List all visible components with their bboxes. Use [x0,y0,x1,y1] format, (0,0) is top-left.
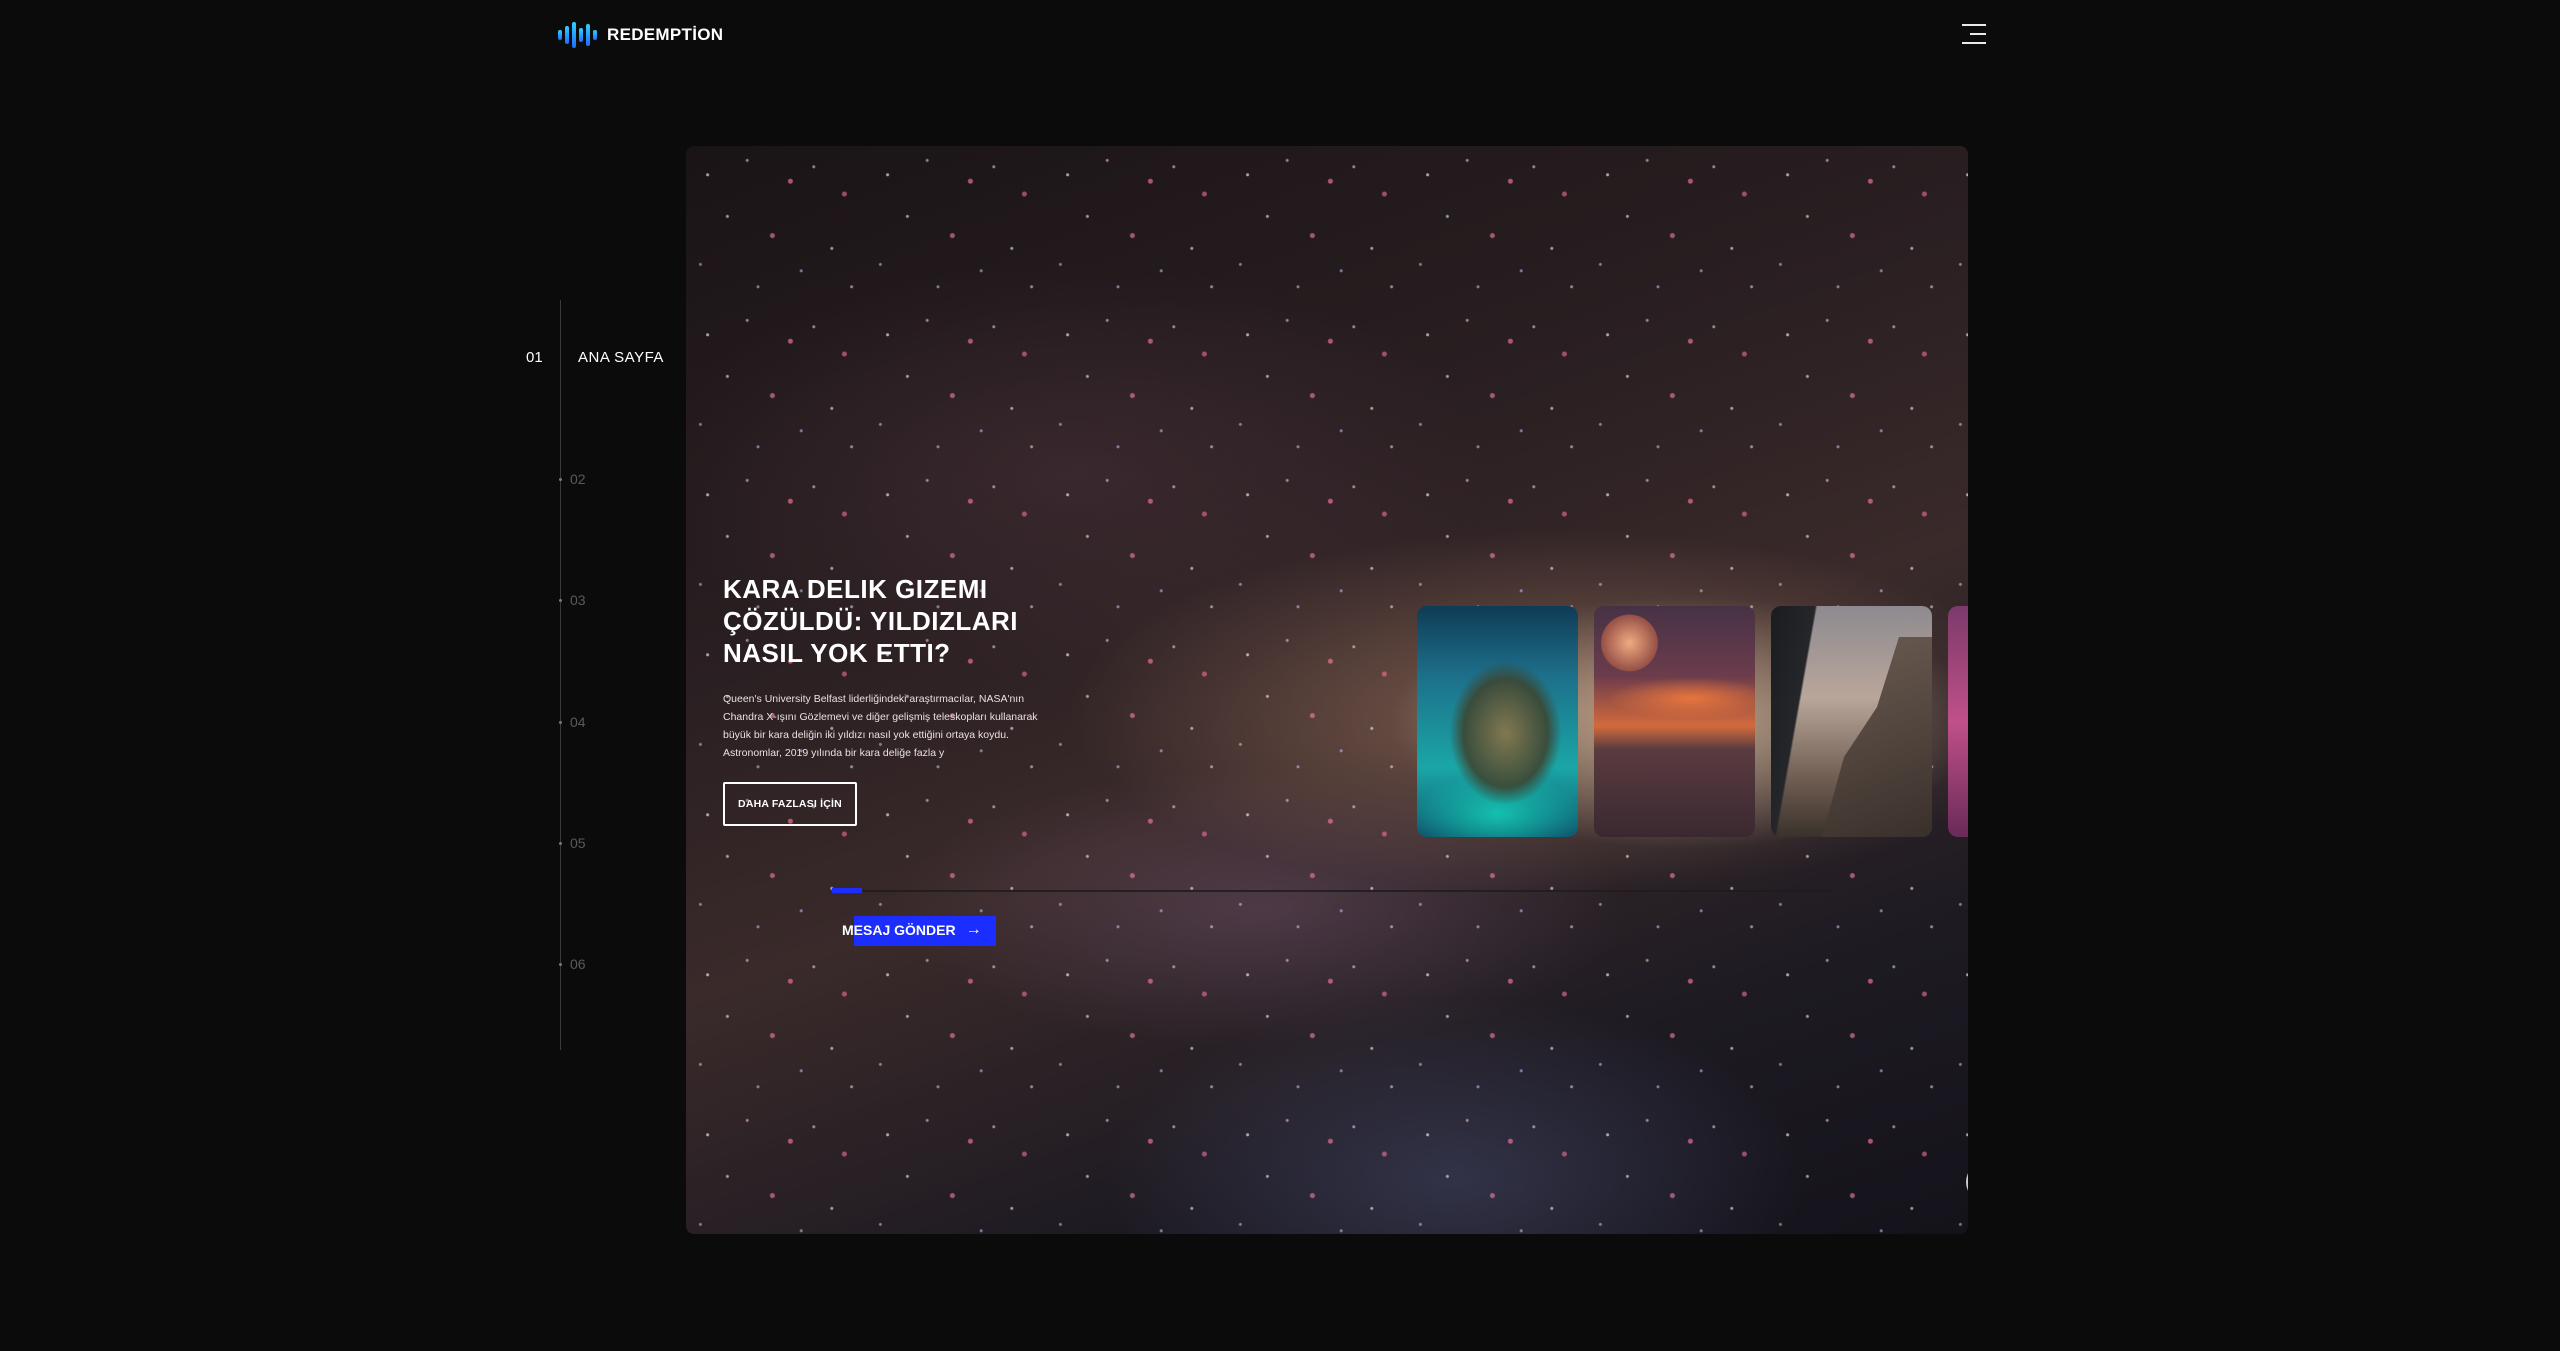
hero-slide: KARA DELIK GIZEMI ÇÖZÜLDÜ: YILDIZLARI NA… [686,146,1968,1234]
side-nav-label-active[interactable]: ANA SAYFA [578,349,664,366]
side-nav-item-02[interactable]: 02 [559,471,586,489]
slide-thumbnail-cliff[interactable] [1771,606,1932,837]
slide-thumbnail-planet-sunset[interactable] [1594,606,1755,837]
side-nav-item-05[interactable]: 05 [559,835,586,853]
brand-name: REDEMPTİON [607,25,724,44]
hamburger-icon[interactable] [1962,24,1986,44]
send-message-label: MESAJ GÖNDER [842,922,956,938]
brand-logo[interactable]: REDEMPTİON [558,20,723,50]
header: REDEMPTİON [0,0,2560,70]
send-message-button[interactable]: MESAJ GÖNDER → [842,914,996,946]
slide-progress-track [832,888,1832,893]
side-nav-item-01[interactable]: 01 [526,349,543,367]
slide-progress-fill [832,888,862,893]
hero-title: KARA DELIK GIZEMI ÇÖZÜLDÜ: YILDIZLARI NA… [723,574,1018,668]
hero-description: Queen's University Belfast liderliğindek… [723,693,1038,759]
slide-thumbnail-partial[interactable] [1948,606,1968,837]
side-nav-item-04[interactable]: 04 [559,714,586,732]
arrow-right-icon: → [965,921,982,938]
slide-thumbnail-earth[interactable] [1417,606,1578,837]
side-nav-line [560,300,561,1050]
read-more-button[interactable]: DAHA FAZLASI İÇİN [723,782,857,826]
side-nav-item-06[interactable]: 06 [559,956,586,974]
logo-mark-icon [558,20,597,50]
side-nav-item-03[interactable]: 03 [559,592,586,610]
